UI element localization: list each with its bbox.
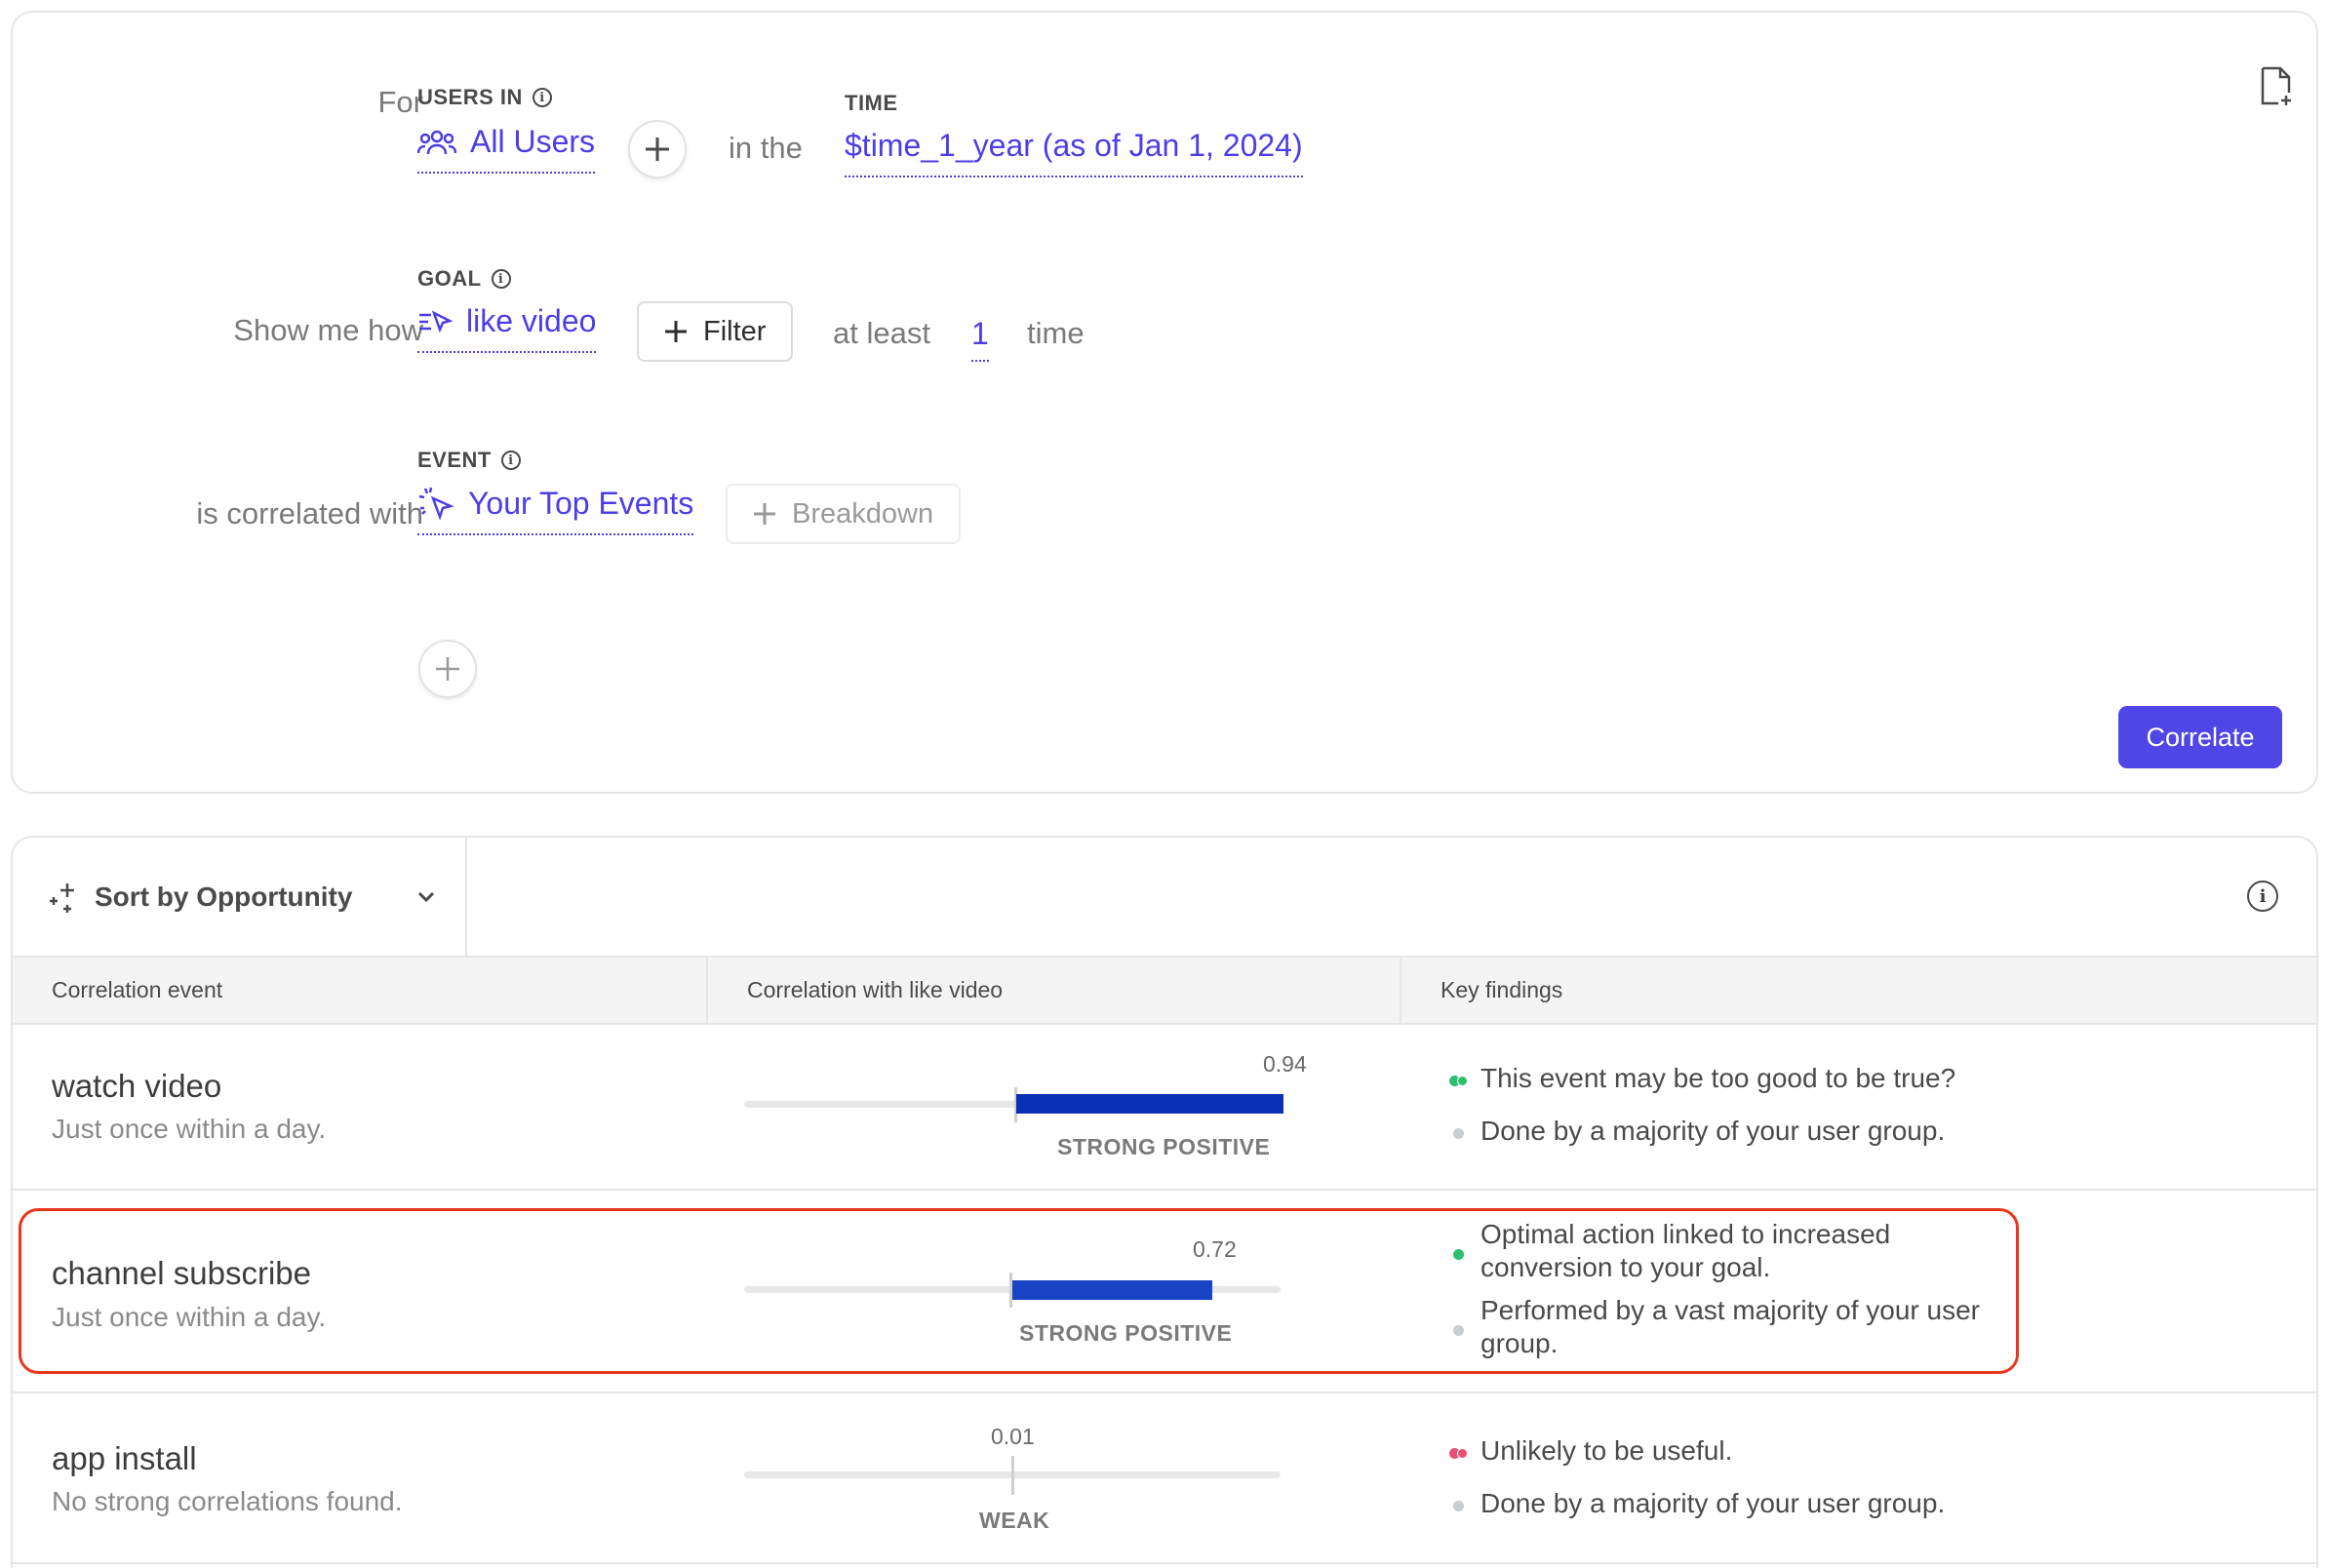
sort-label: Sort by Opportunity (95, 881, 353, 912)
event-cursor-icon (419, 309, 453, 333)
correlation-value: 0.01 (991, 1424, 1035, 1449)
status-dot-green (1453, 1249, 1464, 1260)
chevron-down-icon (418, 891, 435, 902)
column-header-correlation: Correlation with like video (706, 958, 1400, 1023)
info-icon[interactable]: i (2247, 881, 2278, 912)
users-selector[interactable]: All Users (417, 124, 596, 174)
status-dot-green (1457, 1076, 1468, 1086)
plus-icon (665, 321, 687, 342)
event-subtitle: Just once within a day. (52, 1114, 327, 1144)
event-subtitle: Just once within a day. (52, 1302, 327, 1332)
sparkle-cursor-icon (418, 487, 454, 521)
column-header-event: Correlation event (52, 977, 223, 1002)
users-group-icon (417, 130, 456, 154)
table-row[interactable]: watch video Just once within a day. 0.94… (13, 1025, 2316, 1191)
correlation-strength: WEAK (979, 1508, 1050, 1533)
correlate-button[interactable]: Correlate (2118, 706, 2282, 768)
event-selector[interactable]: Your Top Events (417, 485, 694, 535)
status-dot-neutral (1453, 1128, 1464, 1139)
event-name: watch video (52, 1068, 222, 1104)
in-the-text: in the (729, 131, 803, 165)
status-dot-pink (1457, 1448, 1468, 1459)
sort-dropdown[interactable]: Sort by Opportunity (13, 838, 467, 956)
correlation-bar (1016, 1094, 1283, 1114)
event-subtitle: No strong correlations found. (52, 1486, 403, 1516)
event-name: channel subscribe (52, 1255, 311, 1291)
correlation-value: 0.72 (1193, 1236, 1237, 1262)
event-caption: EVENT i (417, 448, 521, 473)
table-row[interactable]: channel subscribe Just once within a day… (13, 1191, 2316, 1393)
zero-line (1011, 1456, 1014, 1495)
breakdown-button[interactable]: Breakdown (726, 484, 962, 544)
filter-button[interactable]: Filter (637, 301, 794, 362)
time-caption: TIME (845, 91, 898, 115)
plus-icon (646, 137, 669, 161)
count-input[interactable]: 1 (971, 316, 989, 362)
info-icon[interactable]: i (500, 451, 521, 470)
status-dot-neutral (1453, 1325, 1464, 1336)
is-correlated-with-label: is correlated with (196, 496, 423, 530)
correlation-strength: STRONG POSITIVE (1057, 1134, 1271, 1159)
add-segment-button[interactable] (628, 120, 687, 178)
users-in-caption: USERS IN i (417, 85, 552, 110)
key-finding: This event may be too good to be true? (1480, 1063, 1956, 1093)
key-finding: Done by a majority of your user group. (1480, 1488, 1946, 1518)
info-icon[interactable]: i (532, 88, 552, 107)
event-name: app install (52, 1440, 197, 1476)
key-finding: Performed by a vast majority of your use… (1480, 1295, 1980, 1358)
correlation-bar (1012, 1280, 1212, 1300)
goal-caption: GOAL i (417, 266, 511, 292)
goal-selector[interactable]: like video (417, 303, 597, 353)
info-icon[interactable]: i (491, 269, 511, 289)
correlation-strength: STRONG POSITIVE (1019, 1320, 1233, 1346)
plus-icon (436, 657, 459, 681)
query-builder-card: For USERS IN i All Users in the TIME $ti… (11, 11, 2318, 794)
status-dot-neutral (1453, 1501, 1464, 1511)
table-row[interactable]: app install No strong correlations found… (13, 1393, 2316, 1564)
key-finding: Optimal action linked to increased conve… (1480, 1219, 1891, 1282)
show-me-how-label: Show me how (233, 313, 423, 347)
plus-icon (754, 503, 775, 525)
time-unit-text: time (1027, 316, 1085, 350)
results-card: Sort by Opportunity i Correlation event … (11, 836, 2318, 1568)
at-least-text: at least (833, 316, 930, 350)
sparkle-icon (50, 882, 74, 913)
key-finding: Done by a majority of your user group. (1480, 1116, 1946, 1146)
column-header-findings: Key findings (1400, 958, 2316, 1023)
time-selector[interactable]: $time_1_year (as of Jan 1, 2024) (845, 128, 1303, 177)
add-row-button[interactable] (418, 640, 477, 698)
key-finding: Unlikely to be useful. (1480, 1435, 1733, 1466)
add-to-report-icon[interactable] (2260, 66, 2293, 110)
correlation-value: 0.94 (1263, 1051, 1307, 1077)
table-header: Correlation event Correlation with like … (13, 956, 2316, 1025)
